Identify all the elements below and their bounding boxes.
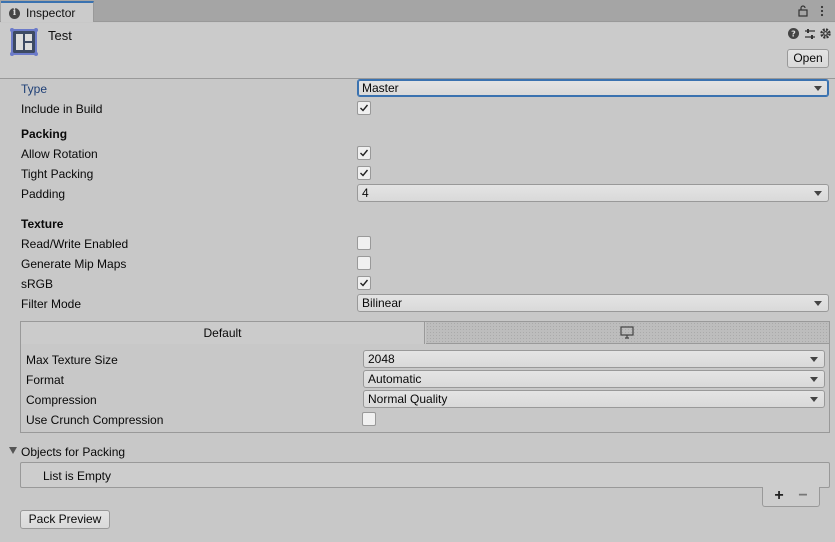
inspector-tab[interactable]: i Inspector — [1, 1, 94, 22]
texture-section-header: Texture — [21, 217, 64, 231]
chevron-down-icon — [810, 397, 818, 402]
tab-bar — [0, 0, 835, 22]
read-write-checkbox[interactable] — [357, 236, 371, 250]
tab-title: Inspector — [26, 6, 76, 20]
help-icon[interactable]: ? — [788, 28, 799, 39]
objects-list: List is Empty — [20, 462, 830, 488]
list-empty-text: List is Empty — [43, 469, 112, 483]
pack-preview-button[interactable]: Pack Preview — [20, 510, 110, 529]
allow-rotation-checkbox[interactable] — [357, 146, 371, 160]
compression-dropdown[interactable]: Normal Quality — [363, 390, 825, 408]
compression-label: Compression — [26, 393, 97, 407]
svg-text:?: ? — [791, 30, 796, 39]
remove-item-button[interactable]: − — [795, 487, 811, 505]
max-texture-size-label: Max Texture Size — [26, 353, 118, 367]
type-value: Master — [362, 81, 399, 95]
type-dropdown[interactable]: Master — [357, 79, 829, 97]
crunch-compression-label: Use Crunch Compression — [26, 413, 164, 427]
crunch-compression-checkbox[interactable] — [362, 412, 376, 426]
format-label: Format — [26, 373, 65, 387]
sprite-atlas-icon — [10, 28, 38, 56]
tab-standalone[interactable] — [426, 322, 829, 344]
packing-section-header: Packing — [21, 127, 68, 141]
platform-settings-box: Default Max Texture Size 2048 Format Aut… — [20, 321, 830, 433]
chevron-down-icon — [810, 357, 818, 362]
tab-default[interactable]: Default — [21, 322, 425, 344]
filter-mode-dropdown[interactable]: Bilinear — [357, 294, 829, 312]
chevron-down-icon — [814, 191, 822, 196]
padding-label: Padding — [21, 187, 66, 201]
mip-maps-label: Generate Mip Maps — [21, 257, 127, 271]
preset-icon[interactable] — [804, 28, 816, 40]
type-label: Type — [21, 82, 48, 96]
info-icon: i — [9, 8, 20, 19]
format-value: Automatic — [368, 372, 422, 386]
padding-dropdown[interactable]: 4 — [357, 184, 829, 202]
allow-rotation-label: Allow Rotation — [21, 147, 98, 161]
tab-menu-icon[interactable] — [816, 5, 828, 17]
format-dropdown[interactable]: Automatic — [363, 370, 825, 388]
open-button[interactable]: Open — [787, 49, 829, 68]
lock-icon[interactable] — [797, 5, 809, 17]
inspector-header: Test ? Open — [0, 23, 835, 79]
srgb-checkbox[interactable] — [357, 276, 371, 290]
compression-value: Normal Quality — [368, 392, 448, 406]
add-item-button[interactable]: + — [771, 487, 787, 505]
chevron-down-icon — [814, 301, 822, 306]
tight-packing-label: Tight Packing — [21, 167, 94, 181]
chevron-down-icon — [810, 377, 818, 382]
include-in-build-checkbox[interactable] — [357, 101, 371, 115]
srgb-label: sRGB — [21, 277, 54, 291]
gear-icon[interactable] — [819, 27, 832, 40]
max-texture-size-value: 2048 — [368, 352, 395, 366]
mip-maps-checkbox[interactable] — [357, 256, 371, 270]
include-in-build-label: Include in Build — [21, 102, 103, 116]
filter-mode-label: Filter Mode — [21, 297, 82, 311]
filter-mode-value: Bilinear — [362, 296, 403, 310]
objects-for-packing-label[interactable]: Objects for Packing — [21, 444, 125, 460]
chevron-down-icon — [814, 86, 822, 91]
monitor-icon — [620, 326, 634, 339]
read-write-label: Read/Write Enabled — [21, 237, 129, 251]
asset-title: Test — [48, 28, 72, 43]
tight-packing-checkbox[interactable] — [357, 166, 371, 180]
padding-value: 4 — [362, 186, 369, 200]
foldout-arrow-icon[interactable] — [9, 447, 17, 454]
max-texture-size-dropdown[interactable]: 2048 — [363, 350, 825, 368]
list-footer: + − — [762, 487, 820, 507]
